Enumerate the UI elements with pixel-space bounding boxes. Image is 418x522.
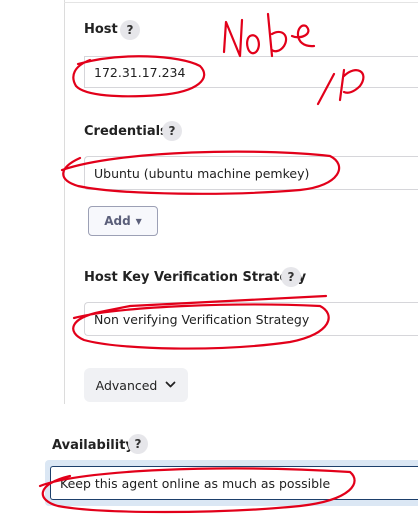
availability-help-icon[interactable]: ? <box>128 434 148 454</box>
credentials-help-icon[interactable]: ? <box>162 121 182 141</box>
availability-value: Keep this agent online as much as possib… <box>60 475 331 491</box>
availability-select[interactable]: Keep this agent online as much as possib… <box>50 466 418 500</box>
host-key-help-icon[interactable]: ? <box>281 267 301 287</box>
host-key-value: Non verifying Verification Strategy <box>94 311 310 327</box>
host-help-icon[interactable]: ? <box>120 20 140 40</box>
credentials-value: Ubuntu (ubuntu machine pemkey) <box>94 165 310 181</box>
add-credentials-button[interactable]: Add ▼ <box>88 206 158 236</box>
add-button-label: Add <box>104 214 131 228</box>
availability-label: Availability <box>52 438 134 453</box>
host-key-label: Host Key Verification Strategy <box>84 270 307 285</box>
advanced-button[interactable]: Advanced <box>84 368 188 402</box>
host-input[interactable]: 172.31.17.234 <box>84 56 418 88</box>
host-value: 172.31.17.234 <box>94 64 186 80</box>
chevron-down-icon <box>165 381 176 388</box>
host-key-select[interactable]: Non verifying Verification Strategy <box>84 302 418 336</box>
top-divider <box>64 2 418 3</box>
host-label: Host <box>84 22 118 37</box>
credentials-label: Credentials <box>84 124 168 139</box>
caret-down-icon: ▼ <box>135 216 142 226</box>
advanced-label: Advanced <box>95 377 158 393</box>
credentials-select[interactable]: Ubuntu (ubuntu machine pemkey) <box>84 156 418 190</box>
section-indent-line <box>64 0 65 404</box>
